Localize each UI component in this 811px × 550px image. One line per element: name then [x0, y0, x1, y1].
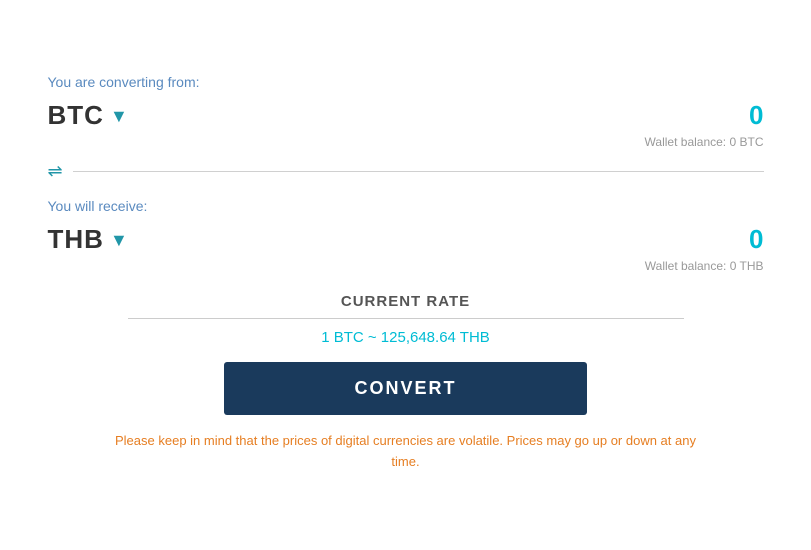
converter-card: You are converting from: BTC ▼ 0 Wallet …	[16, 50, 796, 501]
from-label: You are converting from:	[48, 74, 764, 90]
rate-section: CURRENT RATE 1 BTC ~ 125,648.64 THB	[48, 293, 764, 346]
to-currency-selector[interactable]: THB ▼	[48, 224, 128, 255]
disclaimer-text: Please keep in mind that the prices of d…	[48, 431, 764, 473]
convert-button[interactable]: CONVERT	[224, 362, 587, 415]
from-wallet-balance: Wallet balance: 0 BTC	[48, 135, 764, 149]
rate-value: 1 BTC ~ 125,648.64 THB	[128, 329, 684, 346]
from-currency-code: BTC	[48, 100, 104, 131]
rate-divider	[128, 318, 684, 319]
from-amount: 0	[749, 100, 763, 131]
swap-icon[interactable]: ⇌	[48, 161, 63, 182]
to-amount: 0	[749, 224, 763, 255]
rate-title: CURRENT RATE	[128, 293, 684, 310]
to-dropdown-arrow-icon: ▼	[110, 230, 128, 251]
to-wallet-balance: Wallet balance: 0 THB	[48, 259, 764, 273]
from-dropdown-arrow-icon: ▼	[110, 106, 128, 127]
from-currency-selector[interactable]: BTC ▼	[48, 100, 128, 131]
divider-line	[73, 171, 764, 172]
to-section: You will receive: THB ▼ 0 Wallet balance…	[48, 198, 764, 273]
swap-divider-row: ⇌	[48, 161, 764, 182]
to-label: You will receive:	[48, 198, 764, 214]
to-currency-code: THB	[48, 224, 104, 255]
